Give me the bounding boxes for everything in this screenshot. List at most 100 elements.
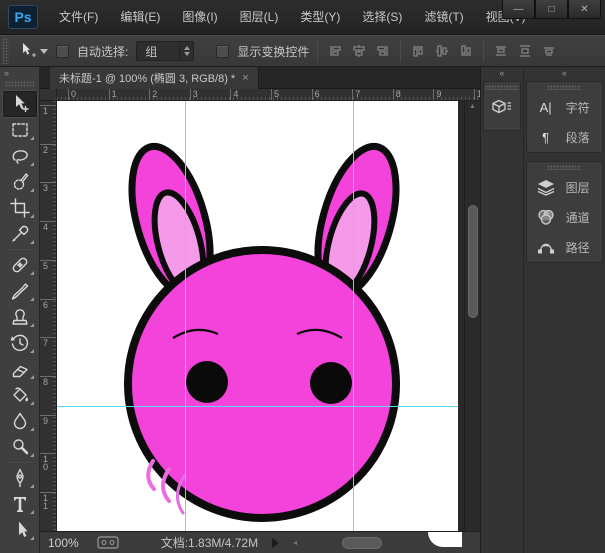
ruler-number: 11 (40, 492, 57, 510)
tool-rectangular-marquee[interactable] (3, 117, 37, 143)
tool-history-brush[interactable] (3, 330, 37, 356)
rabbit-artwork (57, 101, 458, 531)
tool-eyedropper[interactable] (3, 221, 37, 247)
tools-grip[interactable] (5, 81, 34, 87)
paragraph-panel-button[interactable]: ¶ 段落 (527, 122, 602, 152)
auto-select-target-select[interactable]: 组 (136, 41, 194, 61)
panel-card-type: A| 字符 ¶ 段落 (526, 81, 603, 153)
tool-path-selection[interactable] (3, 517, 37, 543)
ruler-number: 1 (40, 105, 57, 115)
align-bottom-edges-button[interactable] (374, 42, 392, 60)
panel-grip[interactable] (547, 85, 581, 90)
panel-collapse-button[interactable]: « (524, 67, 605, 80)
canvas-viewport[interactable] (57, 101, 464, 531)
menu-item[interactable]: 图像(I) (171, 0, 228, 35)
tool-move[interactable] (3, 91, 37, 117)
vertical-guide[interactable] (185, 101, 186, 531)
distribute-vertical-centers-button[interactable] (516, 42, 534, 60)
tool-spot-healing-brush[interactable] (3, 252, 37, 278)
align-horizontal-centers-button[interactable] (433, 42, 451, 60)
distribute-bottom-edges-button[interactable] (540, 42, 558, 60)
window-controls: — □ ✕ (502, 0, 601, 19)
panel-collapse-button[interactable]: « (481, 67, 523, 80)
vertical-scrollbar-thumb[interactable] (468, 205, 478, 318)
document-tab-title: 未标题-1 @ 100% (椭圆 3, RGB/8) * (59, 70, 235, 86)
panel-label: 图层 (566, 179, 590, 196)
panel-grip[interactable] (547, 165, 581, 170)
align-left-edges-button[interactable] (409, 42, 427, 60)
tool-lasso[interactable] (3, 143, 37, 169)
menu-item[interactable]: 文件(F) (48, 0, 109, 35)
ruler-number: 3 (190, 89, 198, 101)
horizontal-guide[interactable] (57, 406, 458, 407)
canvas-row: 1 2 3 4 5 6 7 8 9 10 (40, 101, 480, 531)
paths-panel-button[interactable]: 路径 (527, 232, 602, 262)
vertical-scrollbar[interactable]: ▲ (464, 101, 480, 531)
top-ruler[interactable]: 0 1 2 3 4 5 6 7 8 9 (57, 89, 480, 101)
align-right-edges-button[interactable] (457, 42, 475, 60)
left-ruler[interactable]: 1 2 3 4 5 6 7 8 9 10 (40, 101, 57, 531)
ruler-number: 8 (40, 376, 57, 386)
ruler-number: 7 (352, 89, 360, 101)
layers-panel-button[interactable]: 图层 (527, 172, 602, 202)
auto-select-checkbox[interactable] (56, 45, 69, 58)
zoom-level-field[interactable]: 100% (40, 536, 89, 550)
panel-card-layers: 图层 通道 路径 (526, 161, 603, 263)
canvas[interactable] (57, 101, 458, 531)
tab-close-icon[interactable]: × (242, 72, 248, 84)
align-top-edges-button[interactable] (326, 42, 344, 60)
minimize-button[interactable]: — (502, 0, 535, 19)
auto-select-label: 自动选择: (77, 43, 128, 60)
tools-collapse-button[interactable]: » (0, 67, 39, 80)
show-transform-label: 显示变换控件 (237, 43, 309, 60)
ruler-number: 10 (40, 453, 57, 471)
ruler-number: 0 (68, 89, 76, 101)
ruler-number: 3 (40, 182, 57, 192)
close-button[interactable]: ✕ (568, 0, 601, 19)
tool-pen[interactable] (3, 465, 37, 491)
panel-grip[interactable] (485, 85, 519, 90)
distribute-top-edges-button[interactable] (492, 42, 510, 60)
options-bar-grip[interactable] (2, 38, 9, 64)
panel-label: 通道 (566, 209, 590, 226)
icon-panel-column: « (481, 67, 524, 553)
3d-panel-button[interactable] (487, 92, 517, 124)
panel-card (483, 81, 521, 131)
scroll-left-icon[interactable]: ◂ (293, 538, 297, 547)
distribute-buttons (492, 42, 558, 60)
vertical-guide[interactable] (353, 101, 354, 531)
channels-panel-button[interactable]: 通道 (527, 202, 602, 232)
move-tool-preset[interactable] (17, 42, 48, 60)
layers-icon (535, 179, 557, 196)
horizontal-scrollbar-thumb[interactable] (342, 537, 382, 549)
show-transform-checkbox[interactable] (216, 45, 229, 58)
select-stepper-icon (179, 42, 193, 60)
tool-blur[interactable] (3, 408, 37, 434)
document-size-info[interactable]: 文档:1.83M/4.72M (161, 534, 258, 551)
tool-dodge[interactable] (3, 434, 37, 460)
character-panel-button[interactable]: A| 字符 (527, 92, 602, 122)
tool-quick-selection[interactable] (3, 169, 37, 195)
menu-bar: 文件(F) 编辑(E) 图像(I) 图层(L) 类型(Y) 选择(S) 滤镜(T… (48, 0, 537, 35)
menu-item[interactable]: 滤镜(T) (413, 0, 474, 35)
tool-clone-stamp[interactable] (3, 304, 37, 330)
menu-item[interactable]: 编辑(E) (109, 0, 171, 35)
scratch-disk-icon (97, 536, 119, 549)
align-vertical-centers-button[interactable] (350, 42, 368, 60)
tool-type[interactable] (3, 491, 37, 517)
menu-item[interactable]: 类型(Y) (289, 0, 351, 35)
button-panel-column: « A| 字符 ¶ 段落 图层 (524, 67, 605, 553)
maximize-button[interactable]: □ (535, 0, 568, 19)
menu-item[interactable]: 图层(L) (229, 0, 290, 35)
scroll-up-icon[interactable]: ▲ (465, 101, 480, 110)
tool-brush[interactable] (3, 278, 37, 304)
tool-crop[interactable] (3, 195, 37, 221)
tool-paint-bucket[interactable] (3, 382, 37, 408)
tool-eraser[interactable] (3, 356, 37, 382)
ruler-number: 7 (40, 337, 57, 347)
ruler-corner[interactable] (40, 89, 57, 101)
menu-item[interactable]: 选择(S) (351, 0, 413, 35)
ruler-row: 0 1 2 3 4 5 6 7 8 9 (40, 89, 480, 101)
document-tab[interactable]: 未标题-1 @ 100% (椭圆 3, RGB/8) * × (50, 67, 259, 89)
status-menu-arrow-icon[interactable] (272, 538, 279, 548)
